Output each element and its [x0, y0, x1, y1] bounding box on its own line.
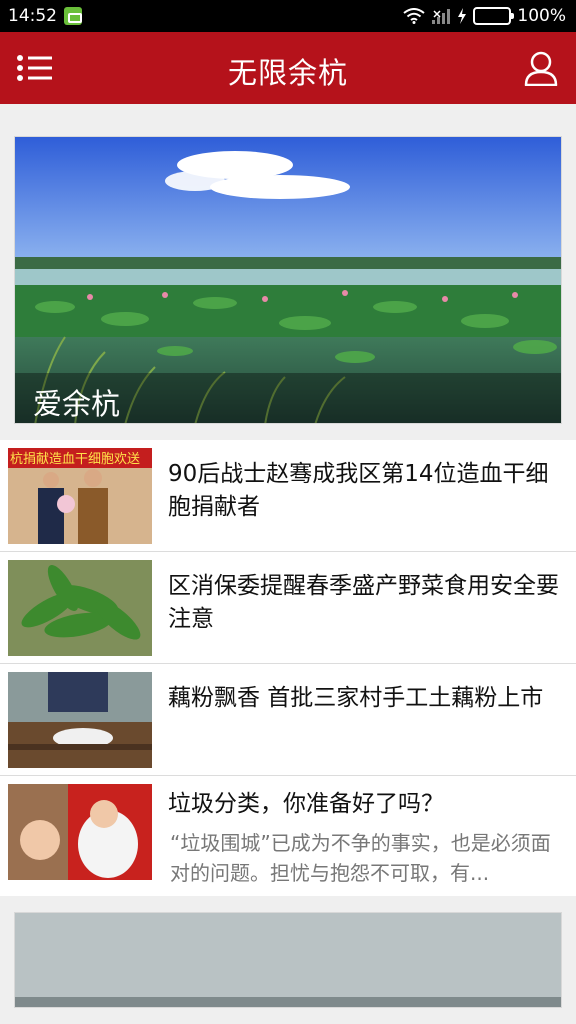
status-indicators: 100%	[403, 6, 566, 26]
news-list: 杭捐献造血干细胞欢送 90后战士赵骞成我区第14位造血干细胞捐献者 区消保委提醒…	[0, 440, 576, 896]
news-thumbnail: 杭捐献造血干细胞欢送	[8, 448, 152, 544]
hero-caption: 爱余杭	[33, 387, 121, 421]
news-summary: “垃圾围城”已成为不争的事实，也是必须面对的问题。担忧与抱怨不可取，有...	[170, 831, 551, 885]
news-title: 区消保委提醒春季盛产野菜食用安全要注意	[168, 573, 559, 632]
news-thumbnail	[8, 784, 152, 880]
status-time: 14:52	[8, 6, 57, 26]
news-item[interactable]: 杭捐献造血干细胞欢送 90后战士赵骞成我区第14位造血干细胞捐献者	[0, 440, 576, 552]
news-title: 垃圾分类，你准备好了吗？	[168, 791, 444, 817]
thumbnail-banner-text: 杭捐献造血干细胞欢送	[10, 452, 140, 467]
signal-icon	[431, 8, 451, 24]
battery-percent: 100%	[517, 6, 566, 26]
battery-icon	[473, 7, 515, 25]
wifi-icon	[403, 8, 426, 24]
hero-caption-bar: 爱余杭	[15, 373, 561, 423]
app-title: 无限余杭	[227, 56, 348, 90]
user-icon[interactable]	[524, 50, 558, 87]
news-thumbnail	[8, 672, 152, 768]
news-title: 藕粉飘香 首批三家村手工土藕粉上市	[168, 685, 544, 711]
news-card[interactable]	[14, 912, 562, 1008]
news-item[interactable]: 区消保委提醒春季盛产野菜食用安全要注意	[0, 552, 576, 664]
hero-banner[interactable]: 爱余杭	[14, 136, 562, 424]
news-thumbnail	[8, 560, 152, 656]
charging-icon	[457, 8, 467, 24]
status-bar: 14:52 100%	[0, 0, 576, 32]
app-bar: 无限余杭	[0, 32, 576, 104]
news-item[interactable]: 垃圾分类，你准备好了吗？ “垃圾围城”已成为不争的事实，也是必须面对的问题。担忧…	[0, 776, 576, 896]
app-notification-icon	[64, 7, 82, 25]
news-item[interactable]: 藕粉飘香 首批三家村手工土藕粉上市	[0, 664, 576, 776]
news-card-image	[15, 913, 561, 1007]
news-title: 90后战士赵骞成我区第14位造血干细胞捐献者	[168, 461, 549, 520]
